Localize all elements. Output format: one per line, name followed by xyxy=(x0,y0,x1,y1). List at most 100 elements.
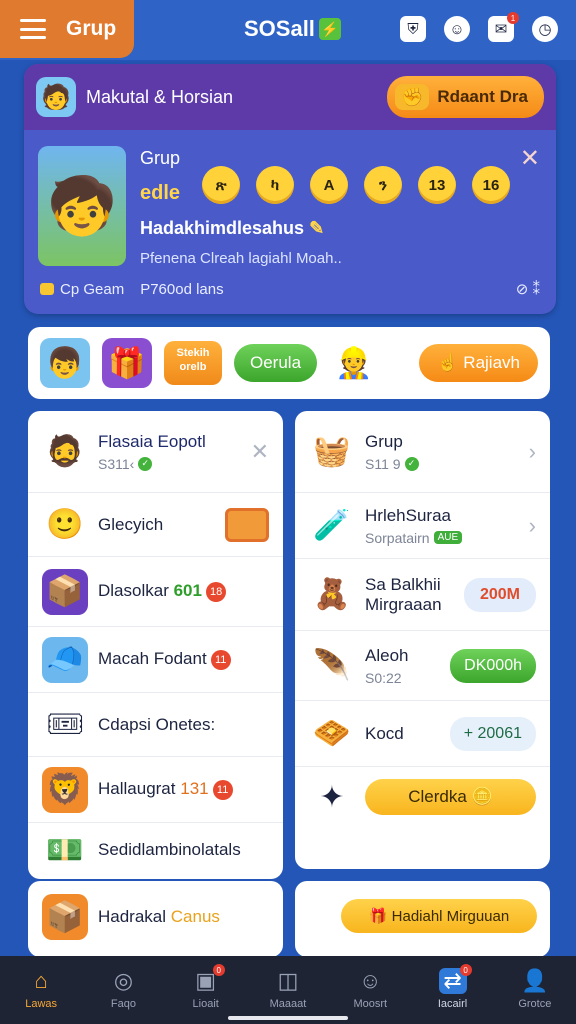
waffle-icon: 🧇 xyxy=(313,717,351,750)
bag-icon: ▣ 0 xyxy=(192,964,225,994)
bottom-right-button[interactable]: 🎁 Hadiahl Mirguuan xyxy=(341,899,537,933)
green-action-button[interactable]: Oerula xyxy=(234,344,318,382)
game-character-image[interactable]: 🧒 xyxy=(38,146,126,266)
bottom-left-title: Hadrakal Canus xyxy=(98,907,220,926)
promo-head-button-label: Rdaant Dra xyxy=(437,87,528,106)
brand-logo: SOSall ⚡ xyxy=(244,16,341,42)
list-item[interactable]: 🧪 HrlehSuraa Sorpatairn AUE › xyxy=(295,493,550,559)
list-item-title: Aleoh xyxy=(365,645,409,665)
top-bar: Grup SOSall ⚡ ⛨ ☺ ✉ 1 ◷ xyxy=(0,0,576,60)
quick-actions-strip: 👦 🎁 Stekih orelb Oerula 👷 ☝ Rajiavh xyxy=(28,327,550,399)
event-badge[interactable]: Stekih orelb xyxy=(164,341,222,385)
bottom-right-card: 🎁 Hadiahl Mirguuan xyxy=(295,881,550,957)
nav-explore[interactable]: ◎ Faqo xyxy=(82,956,164,1024)
list-item[interactable]: 🦁 Hallaugrat 131 11 xyxy=(28,757,283,823)
list-item[interactable]: 🧇 Kocd + 20061 xyxy=(295,701,550,767)
shield-icon[interactable]: ⛨ xyxy=(400,16,426,42)
star-icon: ✦ xyxy=(319,780,345,814)
promo-card: 🧑 Makutal & Horsian ✊ Rdaant Dra 🧒 Grup … xyxy=(24,64,556,314)
right-list-card: 🧺 Grup S11 9 ✓ › 🧪 HrlehSuraa Sorpatairn A… xyxy=(295,411,550,869)
list-item-title: Sedidlambinolatals xyxy=(98,840,241,859)
basket-icon: 🧺 xyxy=(313,435,351,468)
compass-icon: ◎ xyxy=(113,968,134,993)
home-icon: ⌂ xyxy=(34,968,48,993)
promo-head-button[interactable]: ✊ Rdaant Dra xyxy=(387,76,544,118)
number-balls: ጽ ካ A ን 13 16 xyxy=(202,166,510,204)
lion-icon: 🦁 xyxy=(42,766,88,813)
profile-icon: 👤 xyxy=(521,968,549,993)
list-item[interactable]: 🧢 Macah Fodant 11 xyxy=(28,627,283,693)
ticket-icon[interactable] xyxy=(225,507,269,542)
promo-subtitle: edle xyxy=(140,182,181,204)
nav-home[interactable]: ⌂ Lawas xyxy=(0,956,82,1024)
list-item-title: Grup xyxy=(365,431,403,451)
list-item-title: Dlasolkar 601 18 xyxy=(98,581,269,602)
orange-action-button[interactable]: ☝ Rajiavh xyxy=(419,344,538,382)
coin-icon xyxy=(40,283,54,295)
list-item[interactable]: 📦 Dlasolkar 601 18 xyxy=(28,557,283,627)
nav-profile[interactable]: 👤 Grotce xyxy=(494,956,576,1024)
list-item[interactable]: 🧺 Grup S11 9 ✓ › xyxy=(295,411,550,493)
bottle-icon: 🧪 xyxy=(313,509,351,542)
list-item[interactable]: 🙂 Glecyich xyxy=(28,493,283,557)
chevron-right-icon[interactable]: › xyxy=(529,439,536,465)
number-ball[interactable]: ን xyxy=(364,166,402,204)
nav-store[interactable]: ⇄ 0 Iacairl xyxy=(411,956,493,1024)
list-item[interactable]: 🪶 Aleoh S0:22 DK000h xyxy=(295,631,550,701)
ticket-yellow-icon: 🎟 xyxy=(45,708,85,741)
value-pill[interactable]: DK000h xyxy=(450,648,536,683)
chat-bubble-icon[interactable]: ☺ xyxy=(444,16,470,42)
nav-bag[interactable]: ▣ 0 Lioait xyxy=(165,956,247,1024)
number-ball[interactable]: 13 xyxy=(418,166,456,204)
value-pill[interactable]: 200M xyxy=(463,577,536,612)
list-item-title: HrlehSuraa xyxy=(365,505,451,525)
group-tab-label: Grup xyxy=(66,17,117,40)
promo-head-label: Makutal & Horsian xyxy=(86,86,234,107)
list-item[interactable]: 💵 Sedidlambinolatals xyxy=(28,823,283,877)
character-icon: 🙂 xyxy=(46,508,84,541)
promo-foot-mid: P760od lans xyxy=(140,280,224,298)
number-ball[interactable]: 16 xyxy=(472,166,510,204)
bottom-nav: ⌂ Lawas ◎ Faqo ▣ 0 Lioait ◫ Maaaat ☺ Moosrt ⇄ 0… xyxy=(0,956,576,1024)
menu-icon[interactable] xyxy=(20,19,46,39)
bottom-left-card[interactable]: 📦 Hadrakal Canus xyxy=(28,881,283,957)
chat-icon: ◫ xyxy=(277,968,299,993)
promo-foot-right[interactable]: ⊘ ⁑ xyxy=(516,280,540,298)
notification-icon[interactable]: ✉ 1 xyxy=(488,12,519,42)
close-icon[interactable]: ✕ xyxy=(520,144,540,173)
chevron-right-icon[interactable]: › xyxy=(529,513,536,539)
feather-icon: 🪶 xyxy=(313,649,351,682)
number-ball[interactable]: ጽ xyxy=(202,166,240,204)
clock-icon[interactable]: ◷ xyxy=(532,16,558,42)
promo-description: Pfenena Clreah lagiahl Moah.. xyxy=(140,250,342,267)
group-tab[interactable]: Grup xyxy=(0,0,134,58)
nav-chat[interactable]: ◫ Maaaat xyxy=(247,956,329,1024)
value-pill[interactable]: + 20061 xyxy=(449,716,536,751)
cash-icon: 💵 xyxy=(46,833,84,867)
number-ball[interactable]: A xyxy=(310,166,348,204)
verified-icon: ✓ xyxy=(138,456,153,471)
nav-face[interactable]: ☺ Moosrt xyxy=(329,956,411,1024)
player-icon: 🧢 xyxy=(42,636,88,683)
promo-headline: Hadakhimdlesahus ✎ xyxy=(140,218,325,238)
notification-badge: 1 xyxy=(507,12,519,24)
list-item-title: Cdapsi Onetes: xyxy=(98,714,216,734)
list-item-title: Macah Fodant 11 xyxy=(98,649,269,670)
list-item-title: Hallaugrat 131 11 xyxy=(98,779,269,800)
avatar[interactable]: 🧑 xyxy=(36,77,76,117)
list-item[interactable]: 🧸 Sa Balkhii Mirgraaan 200M xyxy=(295,559,550,631)
claim-button[interactable]: Clerdka 🪙 xyxy=(365,779,536,815)
player-avatar-icon[interactable]: 👦 xyxy=(40,338,90,388)
worker-avatar-icon[interactable]: 👷 xyxy=(329,338,380,388)
home-indicator xyxy=(228,1016,348,1020)
brand-badge-icon: ⚡ xyxy=(318,18,341,40)
list-item[interactable]: 🧔 Flasaia Eopotl S311‹ ✓ ✕ xyxy=(28,411,283,493)
close-icon[interactable]: ✕ xyxy=(251,439,269,465)
left-list-card: 🧔 Flasaia Eopotl S311‹ ✓ ✕ 🙂 Glecyich 📦 D… xyxy=(28,411,283,879)
list-item[interactable]: ✦ Clerdka 🪙 xyxy=(295,767,550,827)
number-ball[interactable]: ካ xyxy=(256,166,294,204)
list-item[interactable]: 🎟 Cdapsi Onetes: xyxy=(28,693,283,757)
gift-chest-icon[interactable]: 🎁 xyxy=(102,338,152,388)
verified-icon: ✓ xyxy=(404,456,419,471)
face-icon: ☺ xyxy=(359,968,382,993)
